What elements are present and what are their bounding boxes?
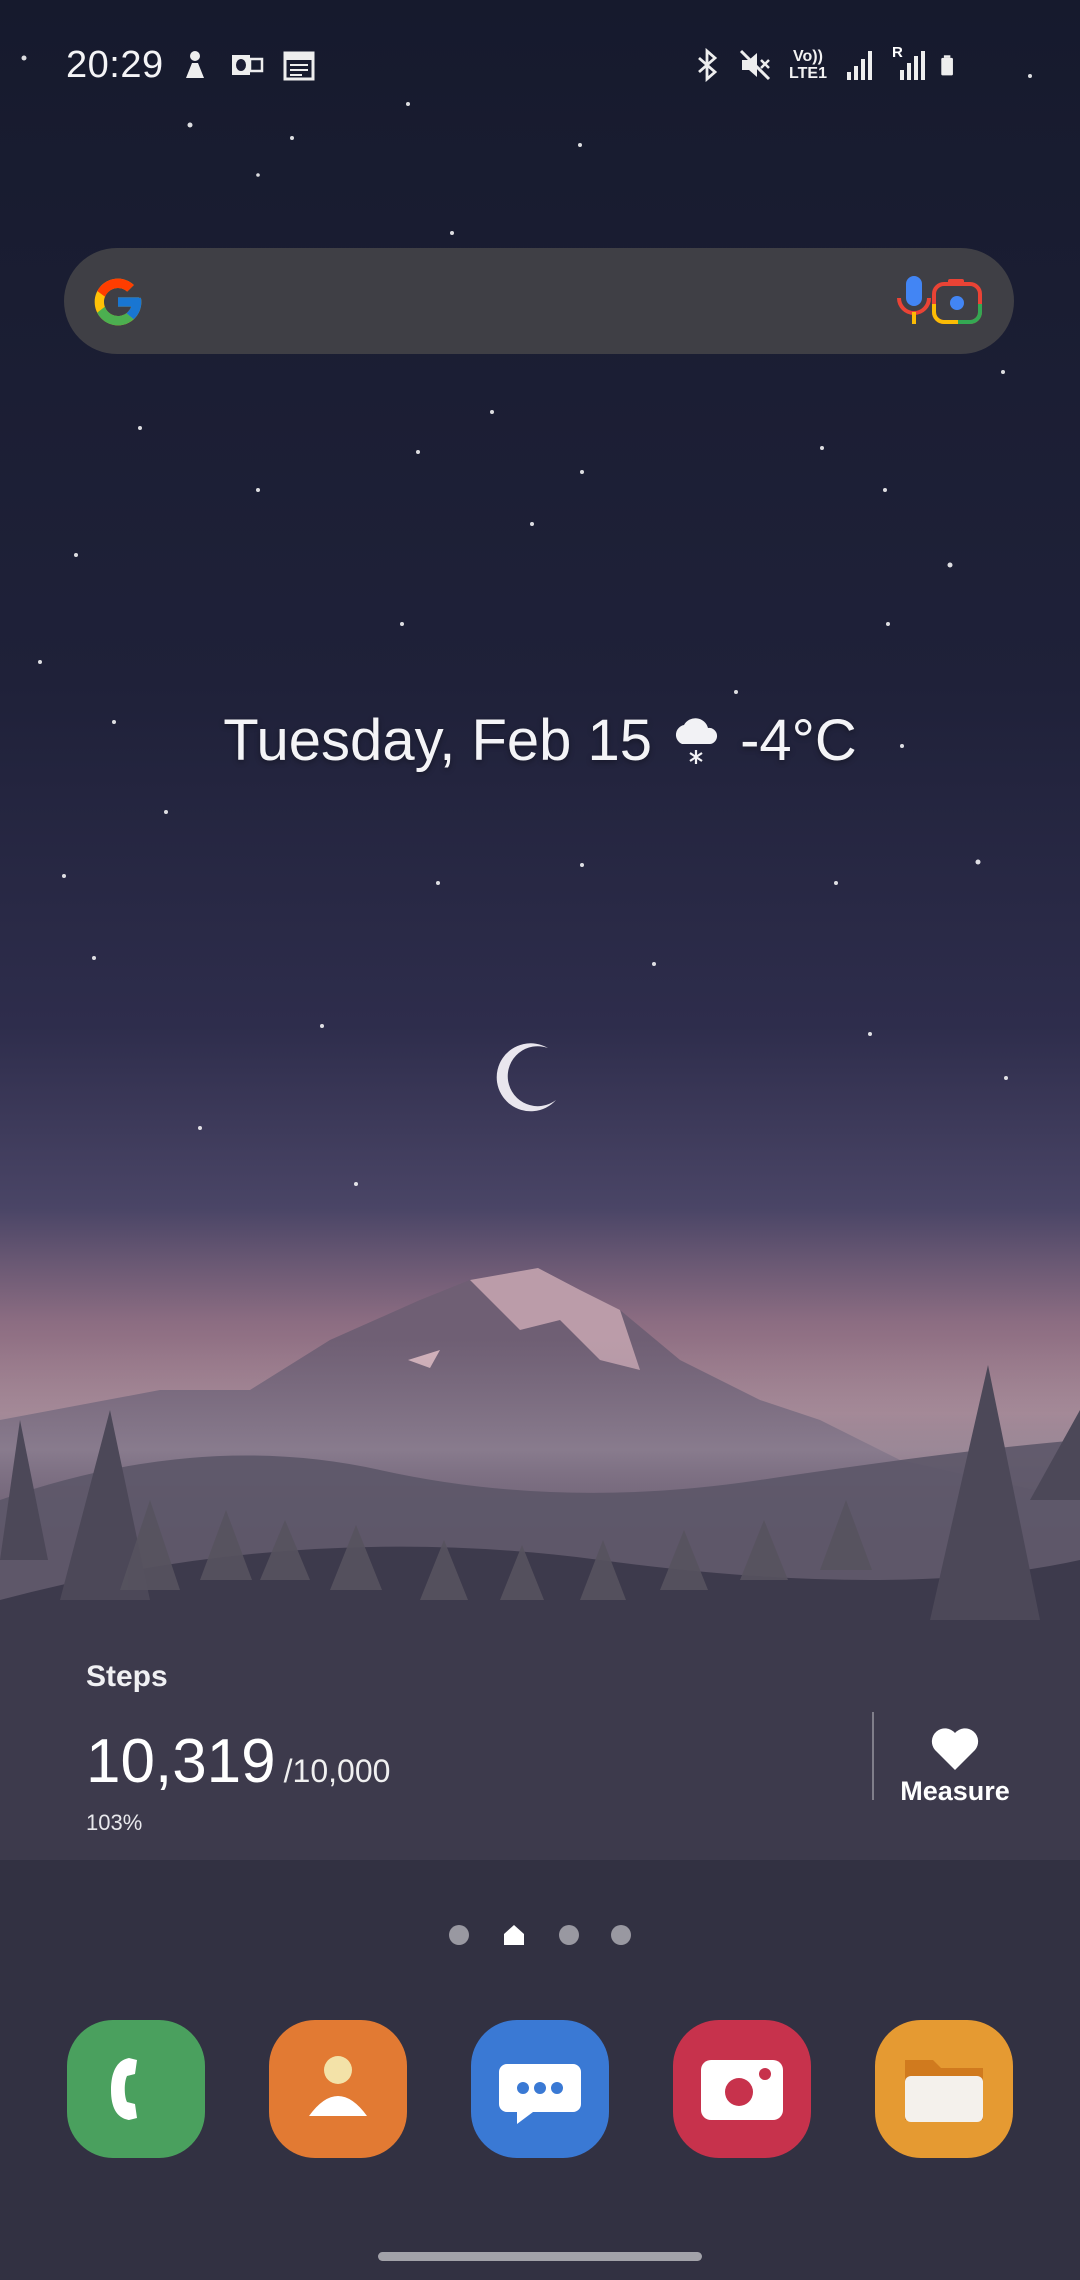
steps-title: Steps	[86, 1660, 168, 1693]
temperature-text: -4°C	[740, 707, 857, 773]
bluetooth-icon	[698, 48, 718, 82]
gesture-navigation-handle[interactable]	[378, 2252, 702, 2261]
page-dot-1[interactable]	[449, 1925, 469, 1945]
google-lens-camera-icon[interactable]	[928, 274, 988, 330]
measure-heart-rate-button[interactable]: Measure	[888, 1726, 1022, 1826]
camera-icon	[673, 2020, 811, 2158]
messages-icon	[471, 2020, 609, 2158]
app-dock	[0, 2020, 1080, 2162]
date-text: Tuesday, Feb 15	[223, 707, 653, 773]
volte-icon: Vo)) LTE1	[786, 48, 830, 82]
page-indicator[interactable]	[0, 1922, 1080, 1948]
battery-icon	[941, 55, 953, 76]
status-time: 20:29	[66, 44, 164, 86]
messages-app[interactable]	[471, 2020, 609, 2158]
phone-app[interactable]	[67, 2020, 205, 2158]
steps-count-row: 10,319/10,000	[86, 1726, 390, 1797]
contacts-icon	[269, 2020, 407, 2158]
measure-label: Measure	[900, 1776, 1010, 1806]
phone-icon	[67, 2020, 205, 2158]
calendar-icon	[283, 51, 315, 81]
mute-icon	[739, 49, 771, 81]
page-dot-3[interactable]	[559, 1925, 579, 1945]
steps-count: 10,319	[86, 1727, 276, 1796]
roaming-label: R	[892, 44, 903, 61]
google-logo-icon	[94, 278, 142, 326]
status-bar: 20:29 Vo)) LTE1 R	[0, 0, 1080, 140]
contacts-app[interactable]	[269, 2020, 407, 2158]
signal-icon	[847, 51, 872, 80]
samsung-health-steps-widget[interactable]: Steps 10,319/10,000 103% Measure	[48, 1630, 1032, 1870]
notification-person-icon	[186, 51, 204, 78]
folder-icon	[875, 2020, 1013, 2158]
my-files-app[interactable]	[875, 2020, 1013, 2158]
steps-percent: 103%	[86, 1810, 143, 1835]
page-dot-4[interactable]	[611, 1925, 631, 1945]
status-left-icons	[178, 48, 316, 82]
screen-recorder-app[interactable]	[673, 2020, 811, 2158]
roaming-signal-icon: R	[892, 44, 926, 82]
steps-goal: /10,000	[283, 1753, 391, 1789]
snow-cloud-icon	[676, 718, 718, 764]
lte-label: LTE1	[789, 65, 827, 82]
outlook-icon	[232, 55, 264, 75]
volte-label: Vo))	[793, 48, 823, 65]
heart-icon	[931, 1728, 979, 1770]
date-weather-widget[interactable]: Tuesday, Feb 15 -4°C	[0, 700, 1080, 780]
status-right-icons: Vo)) LTE1 R	[690, 44, 962, 82]
home-page-indicator-icon[interactable]	[501, 1922, 527, 1948]
google-search-bar[interactable]	[64, 248, 1014, 354]
widget-divider	[872, 1712, 874, 1800]
